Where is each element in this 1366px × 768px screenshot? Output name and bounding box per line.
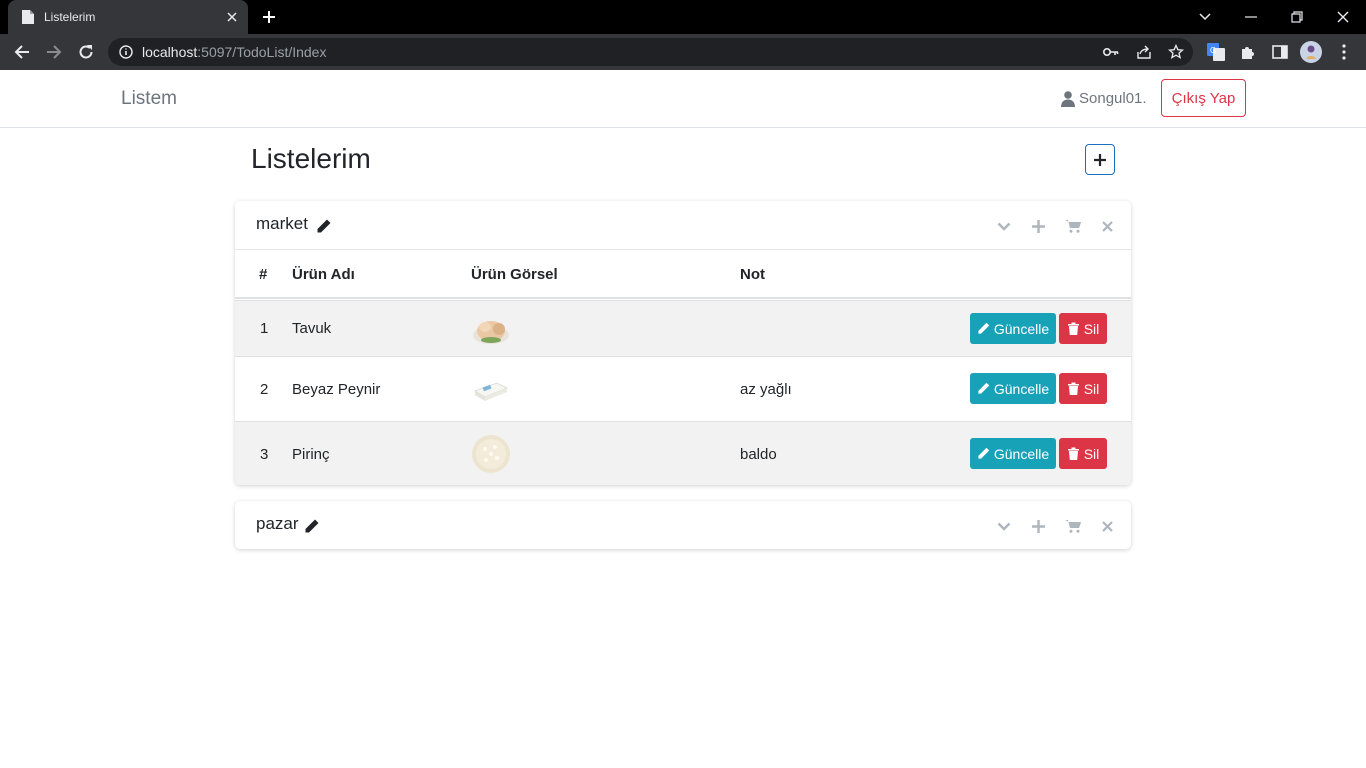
pencil-icon — [978, 322, 990, 334]
column-header-image: Ürün Görsel — [471, 266, 558, 283]
column-header-name: Ürün Adı — [292, 266, 355, 283]
close-window-icon[interactable] — [1330, 4, 1356, 30]
remove-list-close-icon[interactable] — [1099, 518, 1115, 534]
card-header: market — [235, 201, 1131, 250]
collapse-chevron-down-icon[interactable] — [996, 518, 1012, 534]
item-name: Beyaz Peynir — [292, 381, 381, 398]
item-name: Tavuk — [292, 320, 332, 337]
page-icon — [20, 9, 36, 25]
cart-icon[interactable] — [1065, 518, 1081, 534]
list-title: pazar — [256, 514, 299, 533]
item-note: az yağlı — [740, 381, 792, 398]
browser-tab-bar: Listelerim — [0, 0, 1366, 34]
bookmark-star-icon[interactable] — [1168, 44, 1184, 60]
edit-list-pencil-icon[interactable] — [316, 218, 332, 234]
list-card-pazar: pazar — [235, 501, 1131, 549]
close-tab-icon[interactable] — [222, 7, 242, 27]
reload-icon[interactable] — [73, 39, 99, 65]
extensions-puzzle-icon[interactable] — [1237, 41, 1259, 63]
delete-label: Sil — [1083, 445, 1100, 462]
delete-label: Sil — [1083, 380, 1100, 397]
items-table-header — [235, 249, 1131, 299]
table-row: 1 Tavuk Güncelle Sil — [235, 300, 1131, 356]
browser-menu-icon[interactable] — [1333, 41, 1355, 63]
address-bar[interactable]: localhost:5097/TodoList/Index — [108, 38, 1193, 66]
remove-list-close-icon[interactable] — [1099, 218, 1115, 234]
card-header: pazar — [235, 501, 1131, 550]
user-icon — [1061, 90, 1075, 107]
page-title: Listelerim — [251, 143, 371, 174]
pencil-icon — [978, 447, 990, 459]
app-brand[interactable]: Listem — [121, 88, 177, 110]
cart-icon[interactable] — [1065, 218, 1081, 234]
svg-text:G: G — [1210, 46, 1216, 55]
update-item-button[interactable]: Güncelle — [970, 373, 1056, 404]
delete-item-button[interactable]: Sil — [1059, 438, 1107, 469]
delete-item-button[interactable]: Sil — [1059, 373, 1107, 404]
update-item-button[interactable]: Güncelle — [970, 438, 1056, 469]
white-cheese-image — [474, 382, 508, 401]
delete-item-button[interactable]: Sil — [1059, 313, 1107, 344]
forward-icon[interactable] — [41, 39, 67, 65]
key-icon[interactable] — [1103, 44, 1119, 60]
rice-image — [472, 435, 510, 473]
table-row: 2 Beyaz Peynir az yağlı Güncelle Sil — [235, 356, 1131, 421]
column-header-index: # — [259, 266, 268, 283]
item-note: baldo — [740, 446, 777, 463]
list-title: market — [256, 214, 308, 233]
profile-avatar-icon[interactable] — [1300, 41, 1322, 63]
translate-extension-icon[interactable]: G — [1205, 41, 1227, 63]
item-index: 1 — [260, 320, 269, 337]
url-path: :5097/TodoList/Index — [197, 44, 327, 60]
site-info-icon[interactable] — [118, 44, 134, 60]
share-icon[interactable] — [1136, 44, 1152, 60]
table-row: 3 Pirinç baldo Güncelle Sil — [235, 421, 1131, 485]
plus-icon — [1094, 153, 1106, 166]
delete-label: Sil — [1083, 320, 1100, 337]
new-tab-icon[interactable] — [259, 7, 279, 27]
pencil-icon — [978, 382, 990, 394]
add-item-plus-icon[interactable] — [1030, 518, 1046, 534]
item-index: 2 — [260, 381, 269, 398]
chicken-image — [473, 321, 509, 344]
restore-icon[interactable] — [1284, 4, 1310, 30]
update-label: Güncelle — [993, 320, 1050, 337]
url-host: localhost — [142, 44, 198, 60]
add-item-plus-icon[interactable] — [1030, 218, 1046, 234]
update-label: Güncelle — [993, 380, 1050, 397]
trash-icon — [1067, 382, 1079, 395]
item-index: 3 — [260, 446, 269, 463]
url-text: localhost:5097/TodoList/Index — [142, 44, 326, 60]
user-info: Songul01. — [1061, 90, 1147, 107]
tab-search-icon[interactable] — [1192, 4, 1218, 30]
collapse-chevron-down-icon[interactable] — [996, 218, 1012, 234]
update-label: Güncelle — [993, 445, 1050, 462]
back-icon[interactable] — [9, 39, 35, 65]
logout-button[interactable]: Çıkış Yap — [1161, 79, 1246, 117]
browser-toolbar: localhost:5097/TodoList/Index G — [0, 34, 1366, 70]
app-navbar: Listem Songul01. Çıkış Yap — [0, 70, 1366, 128]
username: Songul01. — [1079, 90, 1147, 107]
item-name: Pirinç — [292, 446, 330, 463]
browser-tab[interactable]: Listelerim — [8, 0, 248, 34]
minimize-icon[interactable] — [1238, 4, 1264, 30]
tab-title: Listelerim — [44, 10, 96, 24]
column-header-note: Not — [740, 266, 765, 283]
trash-icon — [1067, 447, 1079, 460]
side-panel-icon[interactable] — [1269, 41, 1291, 63]
edit-list-pencil-icon[interactable] — [304, 518, 320, 534]
update-item-button[interactable]: Güncelle — [970, 313, 1056, 344]
trash-icon — [1067, 322, 1079, 335]
add-list-button[interactable] — [1085, 144, 1115, 175]
